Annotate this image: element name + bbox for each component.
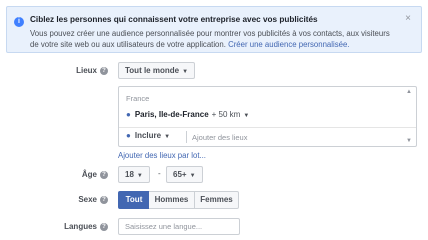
- help-icon[interactable]: ?: [100, 222, 108, 231]
- languages-label: Langues?: [4, 222, 108, 231]
- gender-option-women[interactable]: Femmes: [195, 191, 239, 209]
- country-label: France: [126, 94, 150, 103]
- scroll-down-icon[interactable]: ▼: [406, 138, 412, 144]
- custom-audience-notice: i Ciblez les personnes qui connaissent v…: [6, 6, 422, 53]
- divider: [186, 131, 187, 143]
- selected-location[interactable]: ● Paris, Ile-de-France + 50 km ▼: [126, 110, 249, 119]
- location-audience-dropdown[interactable]: Tout le monde ▼: [118, 62, 196, 79]
- scroll-up-icon[interactable]: ▲: [406, 89, 412, 95]
- include-dropdown[interactable]: ● Inclure ▼: [126, 131, 170, 140]
- help-icon[interactable]: ?: [100, 66, 108, 75]
- chevron-down-icon: ▼: [164, 134, 171, 140]
- radius-dropdown[interactable]: + 50 km ▼: [212, 110, 250, 119]
- chevron-down-icon: ▼: [189, 173, 196, 179]
- help-icon[interactable]: ?: [100, 195, 108, 204]
- chevron-down-icon: ▼: [243, 113, 250, 119]
- info-icon: i: [14, 17, 24, 27]
- location-selector: France ● Paris, Ile-de-France + 50 km ▼ ▲ ▼…: [118, 86, 417, 147]
- create-custom-audience-link[interactable]: Créer une audience personnalisée.: [228, 40, 349, 49]
- language-input[interactable]: Saisissez une langue...: [118, 218, 240, 235]
- help-icon[interactable]: ?: [100, 170, 108, 179]
- notice-body: Vous pouvez créer une audience personnal…: [30, 28, 390, 50]
- divider: [119, 127, 416, 128]
- close-icon[interactable]: ×: [405, 13, 411, 24]
- age-min-dropdown[interactable]: 18 ▼: [118, 166, 150, 183]
- chevron-down-icon: ▼: [182, 69, 189, 75]
- gender-option-all[interactable]: Tout: [118, 191, 150, 209]
- location-pin-icon: ●: [126, 131, 131, 140]
- age-separator: -: [158, 169, 161, 178]
- locations-label: Lieux?: [4, 66, 108, 75]
- notice-title: Ciblez les personnes qui connaissent vot…: [30, 15, 318, 24]
- age-max-dropdown[interactable]: 65+ ▼: [166, 166, 203, 183]
- bulk-add-locations-link[interactable]: Ajouter des lieux par lot...: [118, 151, 206, 160]
- chevron-down-icon: ▼: [136, 173, 143, 179]
- gender-label: Sexe?: [4, 195, 108, 204]
- add-location-input[interactable]: Ajouter des lieux: [192, 133, 247, 142]
- location-pin-icon: ●: [126, 110, 131, 119]
- age-label: Âge?: [4, 170, 108, 179]
- gender-option-men[interactable]: Hommes: [149, 191, 195, 209]
